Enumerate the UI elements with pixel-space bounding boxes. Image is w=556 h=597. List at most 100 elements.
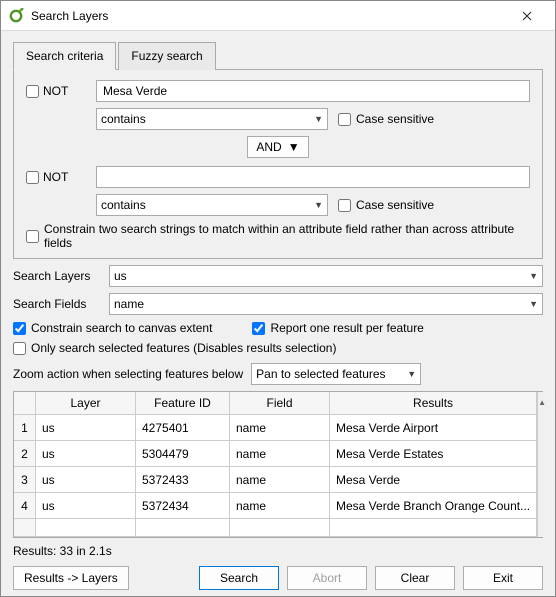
report-one-checkbox[interactable]: [252, 322, 265, 335]
cell-feature-id: 5372433: [136, 467, 230, 493]
search-term-1[interactable]: [96, 80, 530, 102]
search-layers-select[interactable]: us ▼: [109, 265, 543, 287]
operator-2-value: contains: [101, 198, 146, 212]
search-layers-label: Search Layers: [13, 269, 101, 283]
search-layers-row: Search Layers us ▼: [13, 265, 543, 287]
report-one[interactable]: Report one result per feature: [252, 321, 423, 335]
th-field[interactable]: Field: [230, 392, 330, 415]
status-text: Results: 33 in 2.1s: [13, 544, 543, 558]
cell-feature-id: 4275401: [136, 415, 230, 441]
cell-rownum: 3: [14, 467, 36, 493]
zoom-action-row: Zoom action when selecting features belo…: [13, 363, 543, 385]
tab-search-criteria[interactable]: Search criteria: [13, 42, 116, 70]
search-button[interactable]: Search: [199, 566, 279, 590]
chevron-down-icon: ▼: [314, 200, 323, 210]
zoom-action-label: Zoom action when selecting features belo…: [13, 367, 243, 381]
search-fields-row: Search Fields name ▼: [13, 293, 543, 315]
logic-operator-label: AND: [256, 140, 281, 154]
clear-button[interactable]: Clear: [375, 566, 455, 590]
cell-rownum: 1: [14, 415, 36, 441]
chevron-down-icon: ▼: [529, 271, 538, 281]
only-selected-label: Only search selected features (Disables …: [31, 341, 336, 355]
cell-field: name: [230, 441, 330, 467]
cell-layer: us: [36, 441, 136, 467]
not-2-checkbox[interactable]: [26, 171, 39, 184]
constrain-canvas-label: Constrain search to canvas extent: [31, 321, 212, 335]
cell-layer: us: [36, 493, 136, 519]
th-layer[interactable]: Layer: [36, 392, 136, 415]
options-row-1: Constrain search to canvas extent Report…: [13, 321, 543, 335]
table-row[interactable]: 1us4275401nameMesa Verde Airport: [14, 415, 537, 441]
chevron-down-icon: ▼: [288, 140, 300, 154]
table-row[interactable]: 3us5372433nameMesa Verde: [14, 467, 537, 493]
tab-panel-criteria: NOT contains ▼ Case sensitive: [13, 70, 543, 259]
zoom-action-select[interactable]: Pan to selected features ▼: [251, 363, 421, 385]
cell-layer: us: [36, 467, 136, 493]
case-sensitive-2[interactable]: Case sensitive: [338, 198, 434, 212]
table-header: Layer Feature ID Field Results: [14, 392, 537, 415]
button-bar: Results -> Layers Search Abort Clear Exi…: [13, 564, 543, 590]
titlebar: Search Layers: [1, 1, 555, 31]
close-icon: [522, 11, 532, 21]
close-button[interactable]: [507, 2, 547, 30]
logic-operator-button[interactable]: AND ▼: [247, 136, 308, 158]
constrain-canvas-checkbox[interactable]: [13, 322, 26, 335]
case-1-label: Case sensitive: [356, 112, 434, 126]
cell-field: name: [230, 415, 330, 441]
cell-field: name: [230, 467, 330, 493]
table-row[interactable]: [14, 519, 537, 537]
search-layers-dialog: Search Layers Search criteria Fuzzy sear…: [0, 0, 556, 597]
results-to-layers-button[interactable]: Results -> Layers: [13, 566, 129, 590]
operator-1-value: contains: [101, 112, 146, 126]
not-2[interactable]: NOT: [26, 170, 88, 184]
tabs: Search criteria Fuzzy search NOT contain…: [13, 41, 543, 259]
chevron-down-icon: ▼: [314, 114, 323, 124]
op-row-1: contains ▼ Case sensitive: [96, 108, 530, 130]
th-results[interactable]: Results: [330, 392, 537, 415]
search-fields-value: name: [114, 297, 144, 311]
not-1[interactable]: NOT: [26, 84, 88, 98]
not-1-label: NOT: [43, 84, 68, 98]
cell-result: Mesa Verde: [330, 467, 537, 493]
report-one-label: Report one result per feature: [270, 321, 423, 335]
content: Search criteria Fuzzy search NOT contain…: [1, 31, 555, 596]
abort-button[interactable]: Abort: [287, 566, 367, 590]
chevron-down-icon: ▼: [407, 369, 416, 379]
table-scrollbar[interactable]: ▲: [537, 392, 546, 537]
constrain-attribute-checkbox[interactable]: [26, 230, 39, 243]
th-feature-id[interactable]: Feature ID: [136, 392, 230, 415]
app-icon: [9, 8, 25, 24]
op-row-2: contains ▼ Case sensitive: [96, 194, 530, 216]
only-selected[interactable]: Only search selected features (Disables …: [13, 341, 543, 355]
only-selected-checkbox[interactable]: [13, 342, 26, 355]
table-row[interactable]: 2us5304479nameMesa Verde Estates: [14, 441, 537, 467]
operator-2-select[interactable]: contains ▼: [96, 194, 328, 216]
case-2-label: Case sensitive: [356, 198, 434, 212]
cell-layer: us: [36, 415, 136, 441]
case-2-checkbox[interactable]: [338, 199, 351, 212]
results-table: Layer Feature ID Field Results 1us427540…: [13, 391, 543, 538]
scroll-up-icon: ▲: [538, 392, 546, 412]
not-1-checkbox[interactable]: [26, 85, 39, 98]
constrain-attribute-label: Constrain two search strings to match wi…: [44, 222, 530, 250]
criteria-row-1: NOT: [26, 80, 530, 102]
search-fields-label: Search Fields: [13, 297, 101, 311]
search-layers-value: us: [114, 269, 127, 283]
cell-field: name: [230, 493, 330, 519]
cell-rownum: 2: [14, 441, 36, 467]
cell-result: Mesa Verde Airport: [330, 415, 537, 441]
th-rownum[interactable]: [14, 392, 36, 415]
constrain-attribute[interactable]: Constrain two search strings to match wi…: [26, 222, 530, 250]
search-fields-select[interactable]: name ▼: [109, 293, 543, 315]
table-row[interactable]: 4us5372434nameMesa Verde Branch Orange C…: [14, 493, 537, 519]
operator-1-select[interactable]: contains ▼: [96, 108, 328, 130]
case-1-checkbox[interactable]: [338, 113, 351, 126]
tab-fuzzy-search[interactable]: Fuzzy search: [118, 42, 215, 70]
exit-button[interactable]: Exit: [463, 566, 543, 590]
search-term-2[interactable]: [96, 166, 530, 188]
criteria-row-2: NOT: [26, 166, 530, 188]
constrain-canvas[interactable]: Constrain search to canvas extent: [13, 321, 212, 335]
cell-feature-id: 5372434: [136, 493, 230, 519]
tabbar: Search criteria Fuzzy search: [13, 41, 543, 70]
case-sensitive-1[interactable]: Case sensitive: [338, 112, 434, 126]
